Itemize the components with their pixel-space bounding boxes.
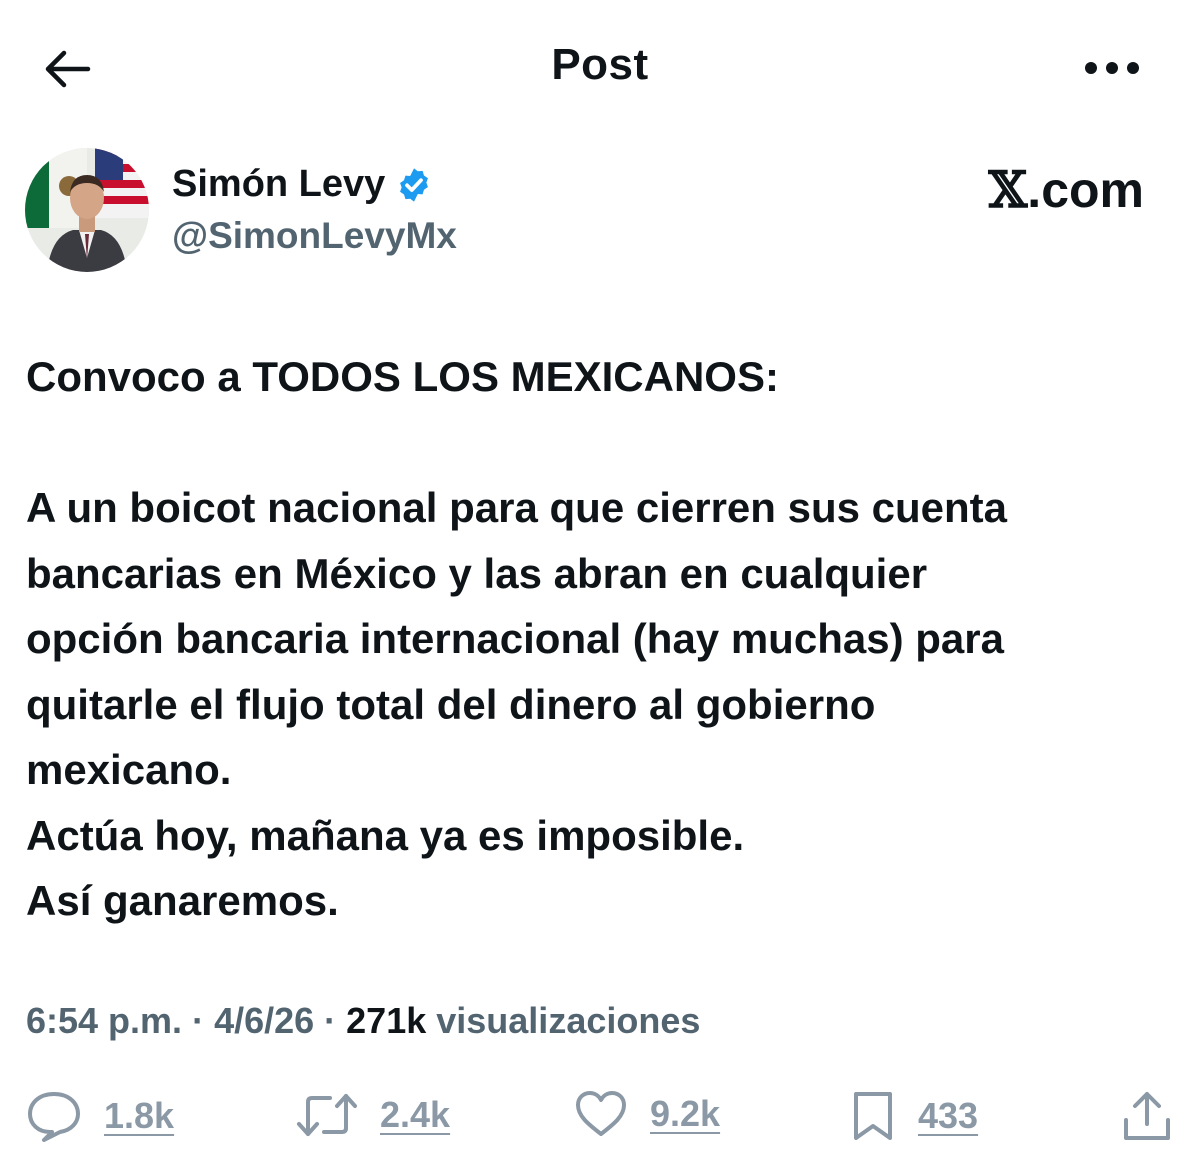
- post-line: bancarias en México y las abran en cualq…: [26, 549, 928, 597]
- post-meta: 6:54 p.m. · 4/6/26 · 271k visualizacione…: [26, 1000, 700, 1042]
- reply-button[interactable]: 1.8k: [26, 1090, 174, 1142]
- views-label: visualizaciones: [426, 1000, 701, 1041]
- page-title: Post: [551, 40, 649, 89]
- more-horizontal-icon: [1085, 62, 1139, 74]
- repost-icon: [297, 1094, 357, 1136]
- repost-button[interactable]: 2.4k: [296, 1090, 450, 1140]
- repost-count: 2.4k: [380, 1094, 451, 1135]
- more-options-button[interactable]: [1080, 48, 1144, 88]
- verified-badge-icon: [400, 167, 429, 202]
- post-line: A un boicot nacional para que cierren su…: [26, 484, 1008, 531]
- author-name[interactable]: Simón Levy: [172, 163, 433, 206]
- post-line: opción bancaria internacional (hay mucha…: [26, 615, 1004, 662]
- post-time[interactable]: 6:54 p.m.: [26, 1000, 182, 1041]
- post-line: Convoco a TODOS LOS MEXICANOS:: [26, 353, 779, 400]
- x-com-logo: 𝕏.com: [989, 160, 1145, 219]
- bookmark-icon: [854, 1092, 892, 1140]
- reply-count: 1.8k: [104, 1095, 175, 1136]
- post-line: mexicano.: [26, 746, 232, 793]
- author-name-text: Simón Levy: [172, 163, 386, 205]
- share-button[interactable]: [1122, 1090, 1172, 1144]
- meta-separator: ·: [182, 1000, 215, 1041]
- bookmark-button[interactable]: 433: [850, 1090, 978, 1142]
- avatar-image: [25, 148, 149, 272]
- post-line: Actúa hoy, mañana ya es imposible.: [26, 811, 745, 859]
- post-detail-screen: Post Simón Levy @SimonLevyMx 𝕏.com Convo…: [0, 0, 1200, 1162]
- x-com-text: .com: [1027, 162, 1144, 218]
- share-icon: [1124, 1092, 1170, 1140]
- avatar[interactable]: [25, 148, 149, 272]
- meta-separator: ·: [314, 1000, 347, 1041]
- post-line: quitarle el flujo total del dinero al go…: [26, 680, 876, 728]
- bookmark-count: 433: [918, 1095, 979, 1136]
- heart-icon: [576, 1091, 626, 1136]
- x-logo-icon: 𝕏: [988, 160, 1028, 219]
- author-handle[interactable]: @SimonLevyMx: [172, 215, 457, 257]
- post-date[interactable]: 4/6/26: [214, 1000, 314, 1041]
- like-button[interactable]: 9.2k: [574, 1090, 720, 1138]
- reply-icon: [28, 1092, 80, 1142]
- post-text: Convoco a TODOS LOS MEXICANOS: A un boic…: [26, 344, 1176, 934]
- like-count: 9.2k: [650, 1093, 721, 1134]
- post-line: Así ganaremos.: [26, 877, 339, 924]
- views-count: 271k: [346, 1000, 427, 1041]
